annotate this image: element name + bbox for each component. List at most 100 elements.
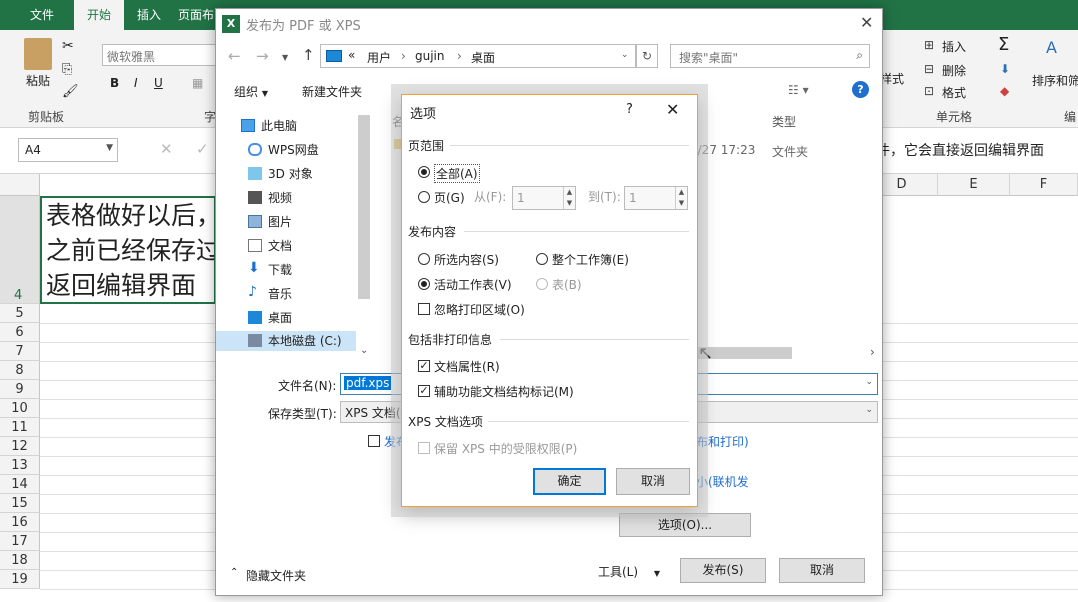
row-header-19[interactable]: 19: [0, 570, 40, 589]
from-page-spinner[interactable]: 1 ▲ ▼: [512, 186, 576, 210]
row-header-15[interactable]: 15: [0, 494, 40, 513]
close-icon[interactable]: ✕: [860, 13, 873, 32]
nav-item-local-disk-c[interactable]: 本地磁盘 (C:): [216, 331, 356, 351]
to-page-spinner[interactable]: 1 ▲ ▼: [624, 186, 688, 210]
cut-icon[interactable]: ✂: [62, 38, 74, 54]
confirm-entry-icon[interactable]: ✓: [196, 140, 209, 158]
active-cell-a4[interactable]: 表格做好以后， 之前已经保存过 返回编辑界面: [40, 196, 216, 304]
nav-item-this-pc[interactable]: 此电脑: [241, 116, 297, 136]
cancel-entry-icon[interactable]: ✕: [160, 140, 173, 158]
row-header-12[interactable]: 12: [0, 437, 40, 456]
delete-cells-icon[interactable]: ⊟: [924, 62, 934, 76]
insert-cells-icon[interactable]: ⊞: [924, 38, 934, 52]
page-range-pages-radio[interactable]: [418, 191, 430, 203]
spin-up-icon[interactable]: ▲: [675, 187, 687, 198]
format-cells-icon[interactable]: ⊡: [924, 84, 934, 98]
name-box[interactable]: A4 ▼: [18, 138, 118, 162]
row-header-8[interactable]: 8: [0, 361, 40, 380]
delete-cells-button[interactable]: 删除: [942, 62, 966, 79]
back-arrow-icon[interactable]: ←: [228, 47, 241, 65]
nav-item-wps-cloud[interactable]: WPS网盘: [248, 140, 319, 160]
up-arrow-icon[interactable]: ↑: [302, 46, 315, 64]
insert-cells-button[interactable]: 插入: [942, 38, 966, 55]
nav-item-3d-objects[interactable]: 3D 对象: [248, 164, 313, 184]
page-range-all-radio[interactable]: [418, 166, 430, 178]
select-all-corner[interactable]: [0, 174, 40, 196]
open-after-publish-checkbox[interactable]: [368, 435, 380, 447]
options-button[interactable]: 选项(O)...: [619, 513, 751, 537]
copy-icon[interactable]: ⎘: [62, 62, 72, 77]
column-header-e[interactable]: E: [938, 174, 1010, 196]
help-icon[interactable]: ?: [852, 81, 869, 98]
column-header-f[interactable]: F: [1010, 174, 1078, 196]
nav-item-desktop[interactable]: 桌面: [248, 308, 292, 328]
publish-button[interactable]: 发布(S): [680, 558, 766, 583]
address-dropdown-icon[interactable]: ⌄: [621, 50, 629, 60]
nav-item-documents[interactable]: 文档: [248, 236, 292, 256]
styles-button[interactable]: 样式: [880, 70, 904, 87]
new-folder-button[interactable]: 新建文件夹: [302, 83, 362, 100]
borders-icon[interactable]: ▦: [192, 76, 203, 90]
formula-content[interactable]: 件，它会直接返回编辑界面: [876, 140, 1044, 160]
tools-button[interactable]: 工具(L) ▼: [598, 563, 660, 580]
spin-up-icon[interactable]: ▲: [563, 187, 575, 198]
paste-icon[interactable]: [24, 38, 52, 70]
address-bar[interactable]: « 用户 › gujin › 桌面 ⌄: [320, 44, 636, 68]
row-header-9[interactable]: 9: [0, 380, 40, 399]
chevron-down-icon[interactable]: ▼: [106, 143, 113, 153]
column-header-type[interactable]: 类型: [772, 113, 796, 130]
format-cells-button[interactable]: 格式: [942, 84, 966, 101]
active-sheets-radio[interactable]: [418, 278, 430, 290]
row-header-17[interactable]: 17: [0, 532, 40, 551]
hide-folders-button[interactable]: 隐藏文件夹: [246, 567, 306, 584]
selection-radio[interactable]: [418, 253, 430, 265]
cancel-button[interactable]: 取消: [616, 468, 690, 495]
row-header-4[interactable]: 4: [0, 196, 40, 304]
fill-icon[interactable]: ⬇: [1000, 62, 1010, 76]
close-icon[interactable]: ✕: [666, 100, 679, 119]
spin-down-icon[interactable]: ▼: [563, 198, 575, 209]
nav-item-videos[interactable]: 视频: [248, 188, 292, 208]
nav-scroll-down-icon[interactable]: ⌄: [360, 345, 368, 356]
search-input[interactable]: 搜索"桌面" ⌕: [670, 44, 870, 68]
refresh-icon[interactable]: ↻: [636, 44, 658, 68]
bold-button[interactable]: B: [110, 76, 119, 90]
autosum-icon[interactable]: Σ: [998, 34, 1009, 55]
breadcrumb-users[interactable]: 用户: [367, 49, 391, 66]
nav-item-music[interactable]: ♪ 音乐: [248, 284, 292, 304]
ignore-print-areas-checkbox[interactable]: [418, 303, 430, 315]
row-header-14[interactable]: 14: [0, 475, 40, 494]
spin-down-icon[interactable]: ▼: [675, 198, 687, 209]
row-header-18[interactable]: 18: [0, 551, 40, 570]
nav-item-pictures[interactable]: 图片: [248, 212, 292, 232]
entire-workbook-radio[interactable]: [536, 253, 548, 265]
row-header-7[interactable]: 7: [0, 342, 40, 361]
breadcrumb-overflow[interactable]: «: [348, 48, 355, 62]
row-header-5[interactable]: 5: [0, 304, 40, 323]
view-options-icon[interactable]: ☷ ▾: [788, 83, 809, 97]
accessibility-tags-checkbox[interactable]: ✓: [418, 385, 430, 397]
breadcrumb-desktop[interactable]: 桌面: [471, 49, 495, 66]
font-name-box[interactable]: 微软雅黑: [102, 44, 216, 66]
organize-button[interactable]: 组织 ▼: [234, 83, 268, 100]
chevron-up-icon[interactable]: ⌃: [230, 567, 238, 578]
underline-button[interactable]: U: [154, 76, 163, 90]
forward-arrow-icon[interactable]: →: [256, 47, 269, 65]
clear-icon[interactable]: ◆: [1000, 84, 1009, 98]
nav-scrollbar[interactable]: [358, 115, 370, 299]
sort-filter-button[interactable]: 排序和筛: [1032, 72, 1078, 89]
tab-insert[interactable]: 插入: [126, 0, 172, 30]
scroll-right-icon[interactable]: ›: [870, 345, 875, 359]
tab-page-layout[interactable]: 页面布: [178, 0, 218, 30]
chevron-down-icon[interactable]: ⌄: [865, 377, 873, 387]
tab-home[interactable]: 开始: [74, 0, 124, 30]
help-button[interactable]: ?: [626, 102, 633, 117]
recent-locations-icon[interactable]: ▼: [282, 53, 288, 62]
ok-button[interactable]: 确定: [533, 468, 606, 495]
format-painter-icon[interactable]: 🖌: [62, 84, 79, 99]
sort-filter-icon[interactable]: A: [1046, 38, 1057, 57]
row-header-16[interactable]: 16: [0, 513, 40, 532]
row-header-11[interactable]: 11: [0, 418, 40, 437]
row-header-6[interactable]: 6: [0, 323, 40, 342]
row-header-10[interactable]: 10: [0, 399, 40, 418]
